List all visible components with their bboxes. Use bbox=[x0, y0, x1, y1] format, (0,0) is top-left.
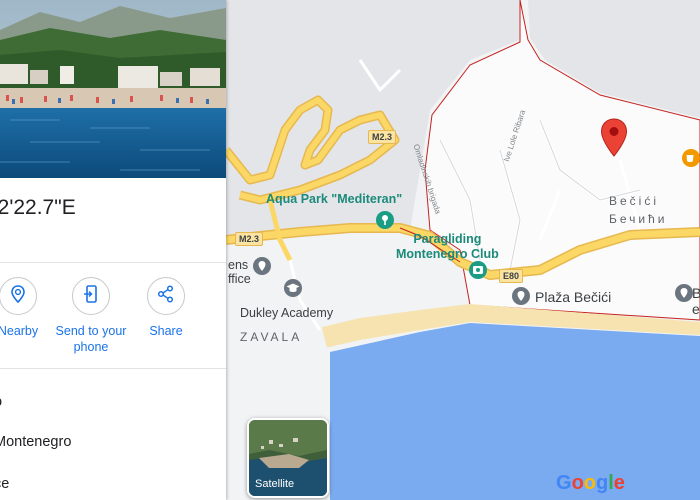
poi-label-partial-left[interactable]: ens ffice bbox=[228, 258, 251, 286]
school-icon[interactable] bbox=[283, 278, 303, 298]
poi-label-partial-right[interactable]: B e bbox=[692, 285, 700, 317]
satellite-layer-toggle[interactable]: Satellite bbox=[247, 418, 329, 498]
info-row-country[interactable]: Montenegro bbox=[0, 434, 71, 450]
poi-label-partial-right-line2: e bbox=[692, 301, 700, 317]
divider bbox=[0, 368, 226, 369]
google-logo-letter: e bbox=[613, 472, 625, 494]
road-shield-m23: M2.3 bbox=[235, 232, 264, 246]
google-logo-letter: o bbox=[571, 472, 584, 494]
google-logo-text: Google bbox=[556, 472, 625, 494]
google-logo-letter: o bbox=[583, 472, 596, 494]
town-label-becici-cyrillic: Бечићи bbox=[609, 212, 668, 226]
poi-label-partial-line1: ens bbox=[228, 258, 249, 272]
share-icon bbox=[156, 284, 176, 309]
google-logo: Google bbox=[556, 472, 625, 495]
poi-label-paragliding-line1: Paragliding bbox=[413, 232, 482, 246]
google-logo-letter: g bbox=[596, 472, 609, 494]
info-row-place[interactable]: ce bbox=[0, 476, 9, 492]
town-label-becici: Bečići bbox=[609, 194, 660, 208]
poi-label-aqua-park[interactable]: Aqua Park "Mediteran" bbox=[266, 192, 402, 206]
share-button[interactable]: Share bbox=[121, 277, 211, 339]
poi-label-plaza-becici[interactable]: Plaža Bečići bbox=[535, 289, 611, 305]
coordinates-text: 52'22.7"E bbox=[0, 196, 76, 219]
info-row-address[interactable]: o bbox=[0, 394, 2, 410]
satellite-label: Satellite bbox=[255, 478, 295, 490]
place-pin-icon[interactable] bbox=[674, 283, 694, 303]
google-logo-letter: G bbox=[556, 472, 572, 494]
poi-label-paragliding[interactable]: Paragliding Montenegro Club bbox=[396, 232, 499, 262]
place-photo[interactable] bbox=[0, 0, 226, 178]
neighborhood-label-zavala: ZAVALA bbox=[240, 330, 303, 344]
place-pin-icon[interactable] bbox=[252, 256, 272, 276]
divider bbox=[0, 262, 226, 263]
activity-icon[interactable] bbox=[468, 260, 488, 280]
place-pin-icon[interactable] bbox=[511, 286, 531, 306]
place-details-panel: 52'22.7"E Nearby Send to your phone bbox=[0, 0, 226, 500]
road-shield-m23: M2.3 bbox=[368, 130, 397, 144]
road-shield-e80: E80 bbox=[499, 269, 524, 283]
poi-label-dukley[interactable]: Dukley Academy bbox=[240, 306, 333, 320]
location-pin-icon[interactable] bbox=[600, 118, 628, 158]
cafe-icon[interactable] bbox=[681, 148, 700, 168]
nearby-icon bbox=[8, 284, 28, 309]
poi-label-partial-right-line1: B bbox=[692, 285, 700, 301]
share-label: Share bbox=[149, 324, 183, 338]
poi-label-partial-line2: ffice bbox=[228, 272, 251, 286]
send-to-phone-icon bbox=[81, 284, 101, 309]
park-icon[interactable] bbox=[375, 210, 395, 230]
